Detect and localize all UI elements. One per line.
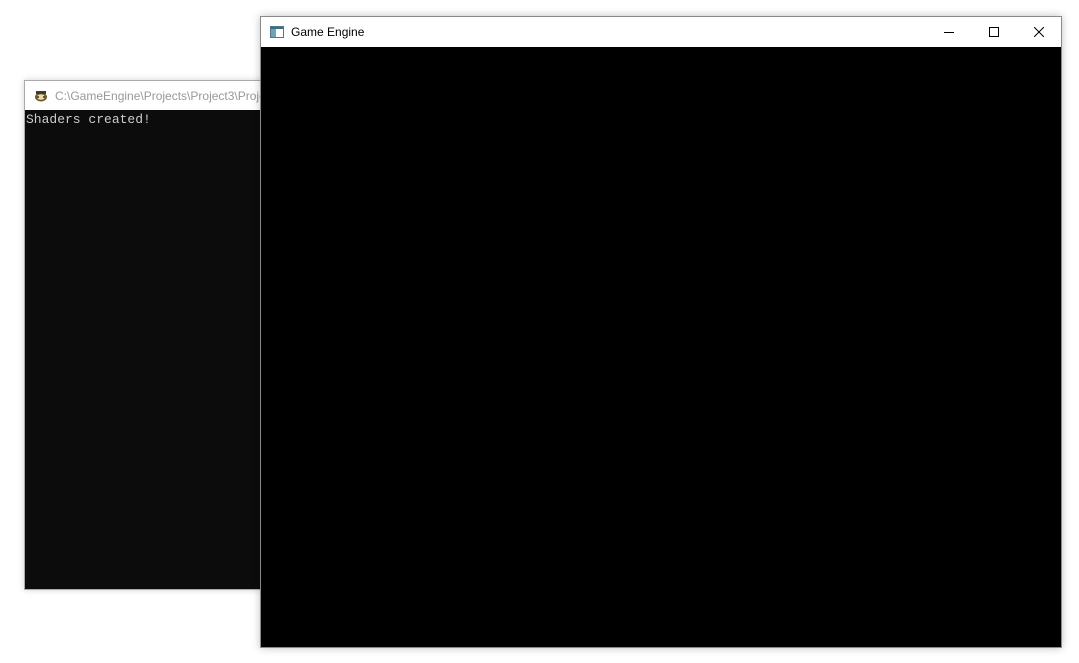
window-controls [926,17,1061,47]
console-app-icon [35,90,47,101]
game-viewport[interactable] [261,47,1061,647]
minimize-icon [943,32,954,33]
game-titlebar[interactable]: Game Engine [261,17,1061,47]
console-output[interactable]: Shaders created! [25,110,283,589]
console-title: C:\GameEngine\Projects\Project3\Project3 [55,88,282,103]
minimize-button[interactable] [926,17,971,47]
console-titlebar[interactable]: C:\GameEngine\Projects\Project3\Project3 [25,81,283,110]
maximize-button[interactable] [971,17,1016,47]
game-window-title: Game Engine [291,25,365,39]
console-line: Shaders created! [26,112,151,127]
close-icon [1033,27,1044,37]
close-button[interactable] [1016,17,1061,47]
game-engine-window[interactable]: Game Engine [260,16,1062,648]
maximize-icon [988,27,999,37]
window-app-icon [270,26,284,38]
console-window[interactable]: C:\GameEngine\Projects\Project3\Project3… [24,80,284,590]
desktop: C:\GameEngine\Projects\Project3\Project3… [0,0,1079,663]
